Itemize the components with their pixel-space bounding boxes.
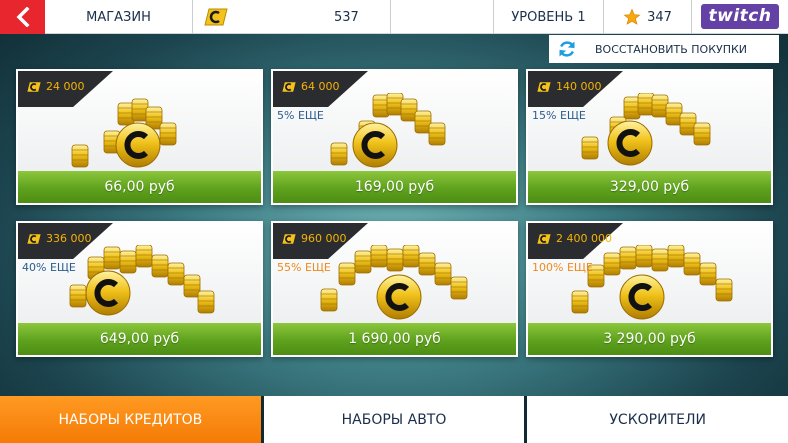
- bonus-label: 5% ЕЩЕ: [277, 109, 324, 122]
- pack-amount: 24 000: [46, 80, 85, 93]
- pack-amount: 336 000: [46, 232, 92, 245]
- bottom-tabs: НАБОРЫ КРЕДИТОВ НАБОРЫ АВТО УСКОРИТЕЛИ: [0, 396, 788, 443]
- tab-credit-packs[interactable]: НАБОРЫ КРЕДИТОВ: [0, 396, 261, 443]
- pack-amount: 140 000: [556, 80, 602, 93]
- credit-pack-card[interactable]: 24 000 66,00 руб: [16, 69, 263, 205]
- topbar-spacer: [391, 0, 494, 34]
- bonus-label: 55% ЕЩЕ: [277, 261, 331, 274]
- coins-image: [71, 98, 177, 173]
- stars-display: 347: [604, 0, 692, 34]
- credits-icon: [537, 233, 551, 244]
- credits-value: 537: [334, 9, 359, 25]
- credits-display: 537: [193, 0, 391, 34]
- credits-icon: [282, 81, 296, 92]
- tab-car-packs[interactable]: НАБОРЫ АВТО: [263, 396, 525, 443]
- buy-button[interactable]: 66,00 руб: [18, 171, 261, 203]
- twitch-logo: twitch: [700, 4, 780, 29]
- credit-pack-card[interactable]: 140 000 15% ЕЩЕ 329,00 руб: [526, 69, 773, 205]
- coins-image: [581, 93, 711, 173]
- credits-icon: [204, 8, 228, 26]
- coins-image: [571, 245, 733, 325]
- level-label: УРОВЕНЬ 1: [494, 0, 604, 34]
- credits-icon: [27, 81, 41, 92]
- back-button[interactable]: [0, 0, 45, 34]
- chevron-left-icon: [16, 7, 29, 27]
- coins-image: [320, 245, 468, 325]
- stars-value: 347: [647, 9, 672, 25]
- credits-icon: [537, 81, 551, 92]
- pack-amount: 960 000: [301, 232, 347, 245]
- refresh-icon: [559, 41, 575, 57]
- credits-icon: [282, 233, 296, 244]
- buy-button[interactable]: 169,00 руб: [273, 171, 516, 203]
- tab-boosters[interactable]: УСКОРИТЕЛИ: [527, 396, 788, 443]
- page-title: МАГАЗИН: [45, 0, 193, 34]
- coins-image: [69, 245, 215, 325]
- restore-label: ВОССТАНОВИТЬ ПОКУПКИ: [595, 42, 748, 56]
- credit-pack-card[interactable]: 336 000 40% ЕЩЕ 649,00 руб: [16, 221, 263, 357]
- credit-pack-card[interactable]: 2 400 000 100% ЕЩЕ 3 290,00 руб: [526, 221, 773, 357]
- top-bar: МАГАЗИН 537 УРОВЕНЬ 1 347 twitch: [0, 0, 788, 34]
- buy-button[interactable]: 649,00 руб: [18, 323, 261, 355]
- twitch-button[interactable]: twitch: [692, 0, 788, 33]
- coins-image: [330, 93, 446, 173]
- bonus-label: 15% ЕЩЕ: [532, 109, 586, 122]
- credits-icon: [27, 233, 41, 244]
- pack-amount: 2 400 000: [556, 232, 612, 245]
- bonus-label: 100% ЕЩЕ: [532, 261, 593, 274]
- buy-button[interactable]: 3 290,00 руб: [528, 323, 771, 355]
- buy-button[interactable]: 329,00 руб: [528, 171, 771, 203]
- pack-amount: 64 000: [301, 80, 340, 93]
- bonus-label: 40% ЕЩЕ: [22, 261, 76, 274]
- credit-pack-card[interactable]: 960 000 55% ЕЩЕ 1 690,00 руб: [271, 221, 518, 357]
- restore-purchases-button[interactable]: ВОССТАНОВИТЬ ПОКУПКИ: [549, 35, 779, 63]
- star-icon: [623, 8, 641, 25]
- credit-pack-card[interactable]: 64 000 5% ЕЩЕ 169,00 руб: [271, 69, 518, 205]
- buy-button[interactable]: 1 690,00 руб: [273, 323, 516, 355]
